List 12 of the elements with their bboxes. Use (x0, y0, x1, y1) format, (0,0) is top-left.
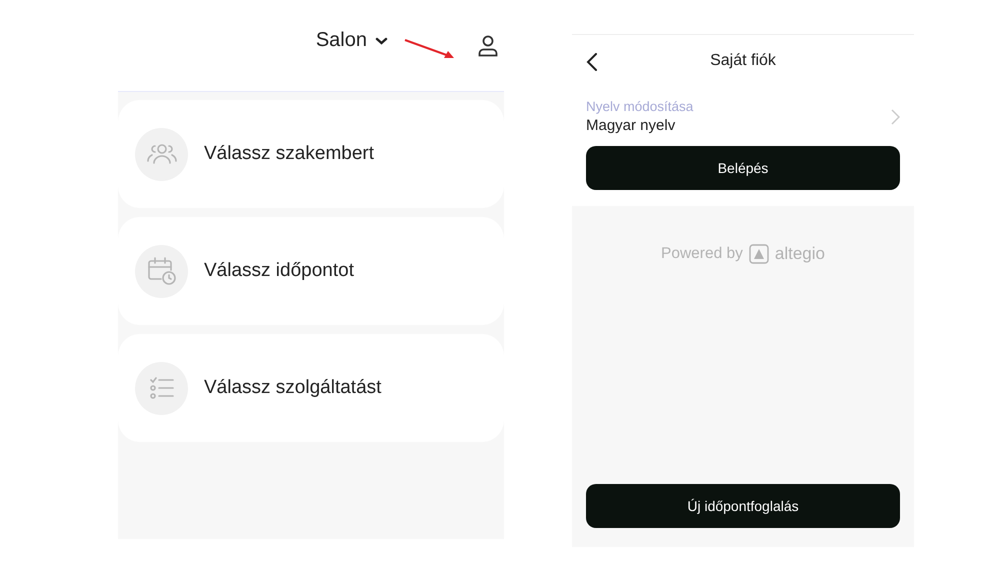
option-card[interactable]: Válassz szolgáltatást (118, 334, 504, 442)
login-button[interactable]: Belépés (586, 146, 900, 190)
salon-selector[interactable]: Salon (316, 29, 388, 52)
option-card[interactable]: Válassz szakembert (118, 100, 504, 208)
new-booking-button[interactable]: Új időpontfoglalás (586, 484, 900, 528)
language-row[interactable]: Nyelv módosítása Magyar nyelv (572, 87, 914, 134)
brand-name: altegio (774, 244, 825, 264)
language-value: Magyar nyelv (586, 117, 676, 134)
powered-by-text: Powered by (661, 245, 743, 263)
screen-title: Saját fiók (710, 52, 776, 70)
language-label: Nyelv módosítása (586, 99, 694, 114)
option-card[interactable]: Válassz időpontot (118, 217, 504, 325)
